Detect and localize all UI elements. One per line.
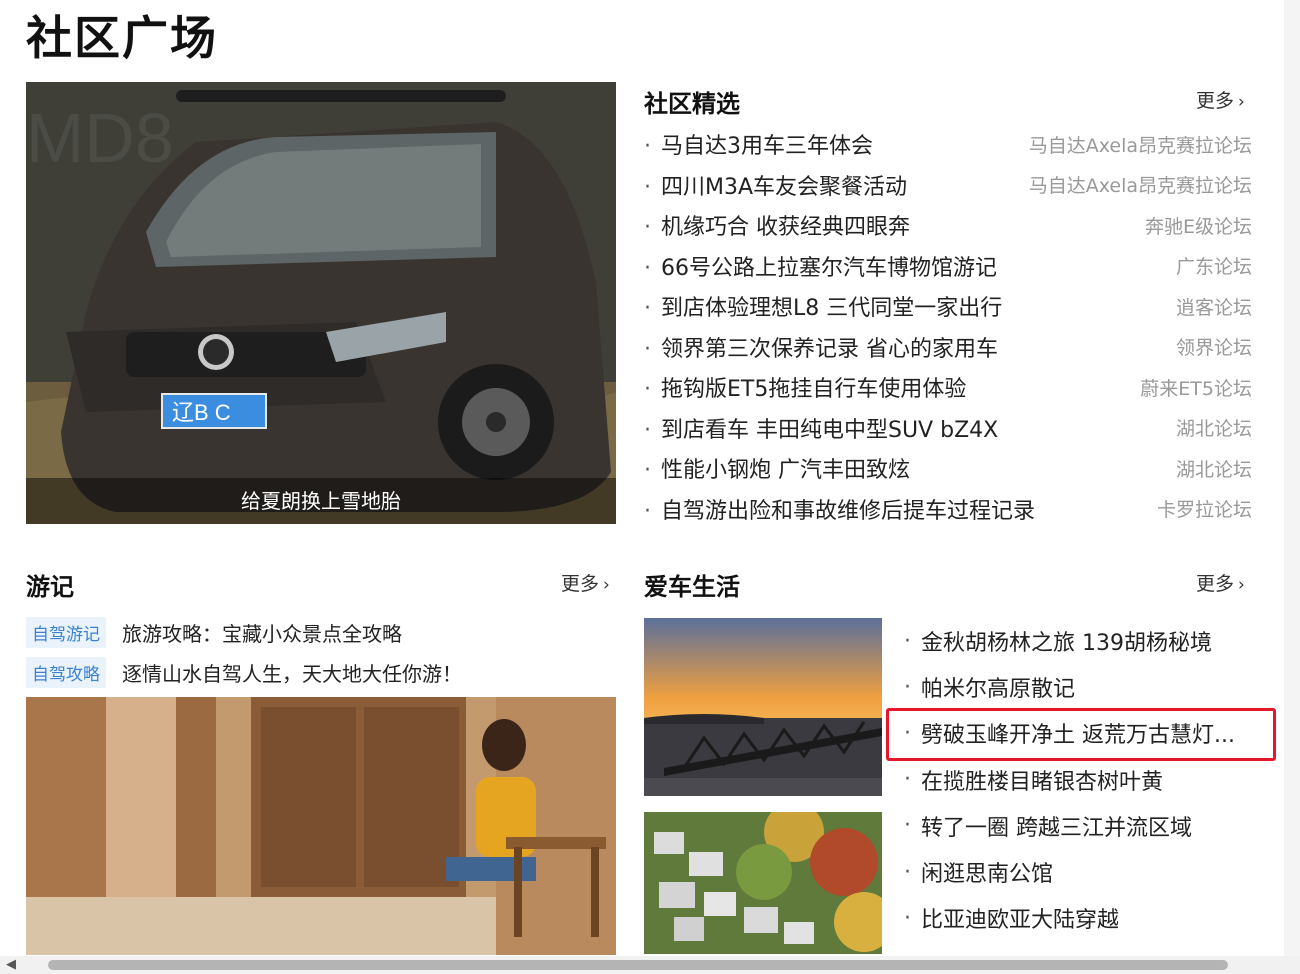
pick-forum[interactable]: 逍客论坛 — [1176, 293, 1252, 320]
van-photo: MD8 辽B C — [26, 82, 616, 524]
page-title: 社区广场 — [26, 11, 218, 65]
list-item[interactable]: 自驾游记 旅游攻略：宝藏小众景点全攻略 — [26, 612, 616, 652]
life-image-village[interactable] — [644, 812, 882, 954]
travel-list: 自驾游记 旅游攻略：宝藏小众景点全攻略 自驾攻略 逐情山水自驾人生，天大地大任你… — [26, 612, 616, 692]
svg-text:MD8: MD8 — [26, 99, 174, 177]
chevron-right-icon: › — [1238, 575, 1245, 595]
picks-list: 马自达3用车三年体会马自达Axela昂克赛拉论坛 四川M3A车友会聚餐活动马自达… — [644, 124, 1252, 529]
pick-title[interactable]: 自驾游出险和事故维修后提车过程记录 — [644, 493, 1035, 525]
life-more-label: 更多 — [1196, 573, 1235, 595]
vertical-scrollbar[interactable] — [1284, 0, 1300, 956]
hero-caption[interactable]: 给夏朗换上雪地胎 — [26, 478, 616, 524]
life-more-link[interactable]: 更多 › — [1196, 569, 1245, 596]
list-item[interactable]: 拖钩版ET5拖挂自行车使用体验 蔚来ET5论坛 — [644, 367, 1252, 408]
list-item[interactable]: 马自达3用车三年体会 马自达Axela昂克赛拉论坛 — [644, 124, 1252, 165]
horizontal-scrollbar[interactable]: ◀ — [0, 956, 1300, 974]
travel-tag[interactable]: 自驾游记 — [26, 616, 106, 648]
pick-forum[interactable]: 蔚来ET5论坛 — [1140, 374, 1252, 401]
pick-title[interactable]: 机缘巧合 收获经典四眼奔 — [644, 209, 910, 241]
pick-title[interactable]: 领界第三次保养记录 省心的家用车 — [644, 331, 998, 363]
list-item[interactable]: 转了一圈 跨越三江并流区域 — [904, 803, 1254, 849]
list-item[interactable]: 闲逛思南公馆 — [904, 849, 1254, 895]
pick-title[interactable]: 到店体验理想L8 三代同堂一家出行 — [644, 290, 1002, 322]
picks-more-link[interactable]: 更多 › — [1196, 86, 1245, 113]
chevron-right-icon: › — [603, 575, 610, 595]
pick-title[interactable]: 拖钩版ET5拖挂自行车使用体验 — [644, 371, 966, 403]
list-item[interactable]: 机缘巧合 收获经典四眼奔 奔驰E级论坛 — [644, 205, 1252, 246]
list-item[interactable]: 帕米尔高原散记 — [904, 664, 1254, 710]
travel-photo — [26, 697, 616, 955]
pick-title[interactable]: 四川M3A车友会聚餐活动 — [644, 169, 907, 201]
picks-title: 社区精选 — [644, 90, 740, 118]
list-item[interactable]: 到店看车 丰田纯电中型SUV bZ4X 湖北论坛 — [644, 408, 1252, 449]
travel-tag[interactable]: 自驾攻略 — [26, 656, 106, 688]
pick-title[interactable]: 66号公路上拉塞尔汽车博物馆游记 — [644, 250, 997, 282]
travel-item-title[interactable]: 旅游攻略：宝藏小众景点全攻略 — [122, 618, 402, 647]
chevron-right-icon: › — [1238, 92, 1245, 112]
list-item[interactable]: 四川M3A车友会聚餐活动 马自达Axela昂克赛拉论坛 — [644, 165, 1252, 206]
pick-title[interactable]: 到店看车 丰田纯电中型SUV bZ4X — [644, 412, 998, 444]
list-item[interactable]: 到店体验理想L8 三代同堂一家出行 逍客论坛 — [644, 286, 1252, 327]
travel-title: 游记 — [26, 573, 74, 601]
pick-forum[interactable]: 领界论坛 — [1176, 333, 1252, 360]
svg-text:辽B C: 辽B C — [172, 400, 231, 425]
list-item[interactable]: 在揽胜楼目睹银杏树叶黄 — [904, 757, 1254, 803]
list-item[interactable]: 性能小钢炮 广汽丰田致炫 湖北论坛 — [644, 448, 1252, 489]
list-item[interactable]: 66号公路上拉塞尔汽车博物馆游记 广东论坛 — [644, 246, 1252, 287]
scroll-left-arrow-icon[interactable]: ◀ — [6, 957, 16, 972]
pick-forum[interactable]: 卡罗拉论坛 — [1157, 495, 1252, 522]
pick-forum[interactable]: 马自达Axela昂克赛拉论坛 — [1029, 131, 1252, 158]
pick-forum[interactable]: 马自达Axela昂克赛拉论坛 — [1029, 171, 1252, 198]
life-list: 金秋胡杨林之旅 139胡杨秘境 帕米尔高原散记 劈破玉峰开净土 返荒万古慧灯..… — [904, 618, 1254, 941]
list-item[interactable]: 比亚迪欧亚大陆穿越 — [904, 895, 1254, 941]
life-image-sunset[interactable] — [644, 618, 882, 796]
pick-title[interactable]: 马自达3用车三年体会 — [644, 128, 873, 160]
list-item[interactable]: 自驾攻略 逐情山水自驾人生，天大地大任你游！ — [26, 652, 616, 692]
highlight-box — [886, 708, 1276, 761]
pick-title[interactable]: 性能小钢炮 广汽丰田致炫 — [644, 452, 910, 484]
travel-more-link[interactable]: 更多 › — [561, 569, 610, 596]
list-item[interactable]: 金秋胡杨林之旅 139胡杨秘境 — [904, 618, 1254, 664]
travel-image[interactable] — [26, 697, 616, 955]
travel-item-title[interactable]: 逐情山水自驾人生，天大地大任你游！ — [122, 658, 462, 687]
life-title: 爱车生活 — [644, 573, 740, 601]
village-aerial-photo — [644, 812, 882, 954]
sunset-bridge-photo — [644, 618, 882, 796]
travel-more-label: 更多 — [561, 573, 600, 595]
picks-more-label: 更多 — [1196, 90, 1235, 112]
list-item[interactable]: 领界第三次保养记录 省心的家用车 领界论坛 — [644, 327, 1252, 368]
list-item[interactable]: 自驾游出险和事故维修后提车过程记录 卡罗拉论坛 — [644, 489, 1252, 530]
pick-forum[interactable]: 湖北论坛 — [1176, 455, 1252, 482]
pick-forum[interactable]: 湖北论坛 — [1176, 414, 1252, 441]
pick-forum[interactable]: 广东论坛 — [1176, 252, 1252, 279]
pick-forum[interactable]: 奔驰E级论坛 — [1145, 212, 1252, 239]
scrollbar-thumb[interactable] — [48, 960, 1228, 970]
hero-image-card[interactable]: MD8 辽B C 给夏朗换上雪地胎 — [26, 82, 616, 524]
